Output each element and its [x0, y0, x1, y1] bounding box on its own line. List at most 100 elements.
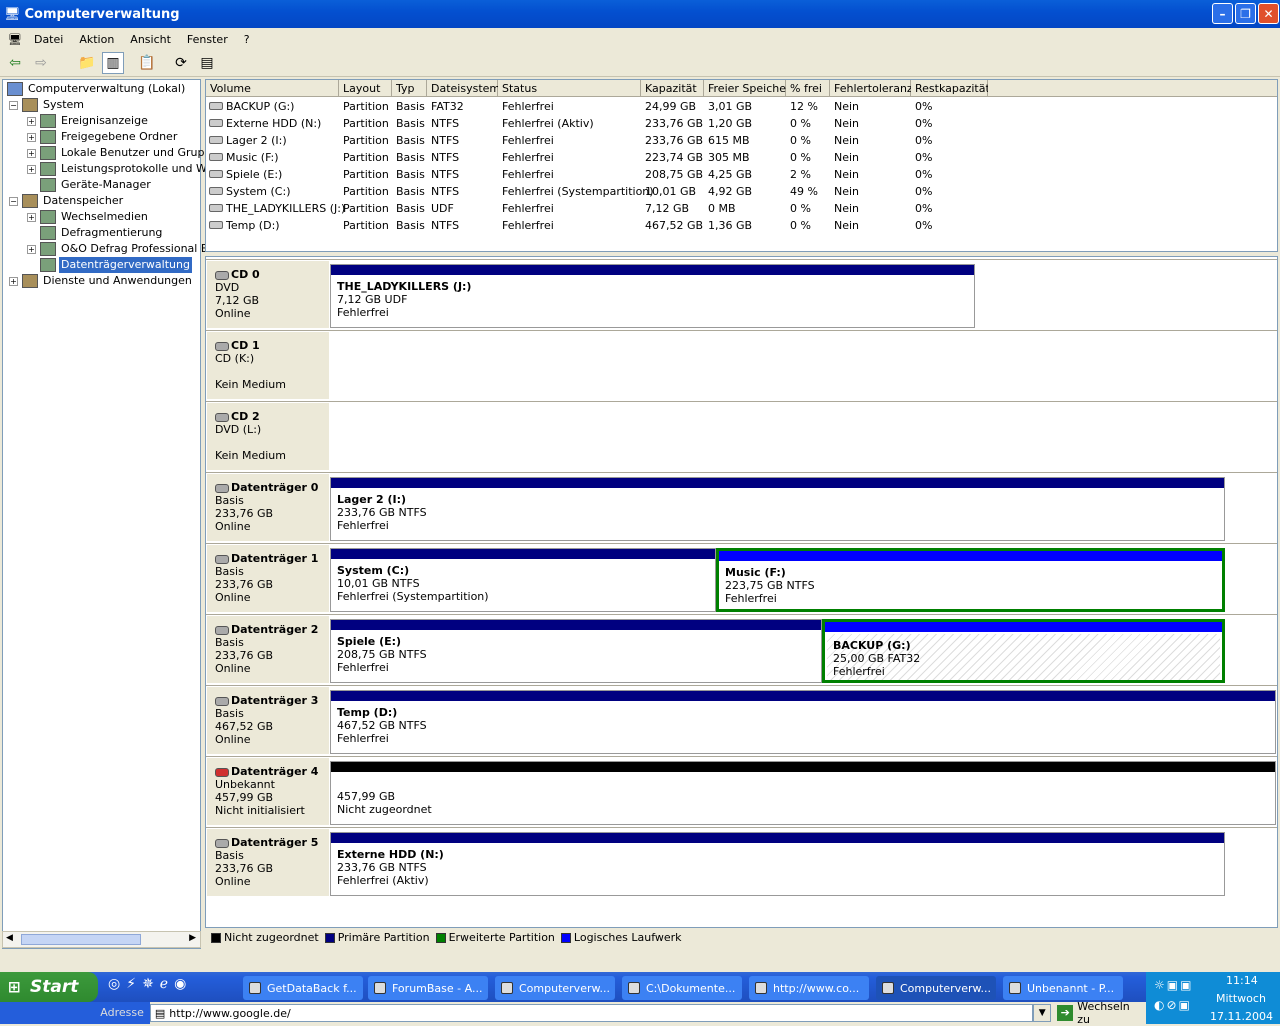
- disk-label[interactable]: Datenträger 3 Basis 467,52 GB Online: [207, 687, 329, 754]
- disk-label[interactable]: Datenträger 1 Basis 233,76 GB Online: [207, 545, 329, 612]
- partition-block[interactable]: Music (F:) 223,75 GB NTFS Fehlerfrei: [716, 548, 1225, 612]
- volume-name[interactable]: BACKUP (G:): [206, 98, 339, 115]
- volume-name[interactable]: Externe HDD (N:): [206, 115, 339, 132]
- menu-ansicht[interactable]: Ansicht: [122, 33, 179, 46]
- maximize-button[interactable]: ❐: [1235, 3, 1256, 24]
- tree-item[interactable]: + Lokale Benutzer und Gruppen: [27, 145, 227, 161]
- column-header[interactable]: Layout: [339, 80, 392, 97]
- quicklaunch-icon-3[interactable]: ✵: [142, 976, 154, 992]
- partition-block[interactable]: System (C:) 10,01 GB NTFS Fehlerfrei (Syst…: [330, 548, 716, 612]
- tree-item[interactable]: − System: [9, 97, 86, 113]
- tree-item[interactable]: + Ereignisanzeige: [27, 113, 150, 129]
- tree-item[interactable]: + Dienste und Anwendungen: [9, 273, 194, 289]
- column-header[interactable]: % frei: [786, 80, 830, 97]
- start-button[interactable]: ⊞ Start: [0, 972, 98, 1002]
- tree-item[interactable]: + O&O Defrag Professional Edi: [27, 241, 220, 257]
- volume-cell: Nein: [834, 151, 860, 164]
- menu-fenster[interactable]: Fenster: [179, 33, 236, 46]
- column-header[interactable]: Freier Speicher: [704, 80, 791, 97]
- expand-toggle-icon[interactable]: −: [9, 196, 18, 206]
- disk-name: Datenträger 5: [231, 836, 319, 849]
- system-tray: ☼▣▣ ◐⊘▣ 11:14 Mittwoch 17.11.2004: [1146, 972, 1280, 1024]
- volume-name[interactable]: Spiele (E:): [206, 166, 339, 183]
- quicklaunch-icon-4[interactable]: ℯ: [160, 976, 168, 992]
- disk-label[interactable]: Datenträger 5 Basis 233,76 GB Online: [207, 829, 329, 896]
- partition-block[interactable]: Temp (D:) 467,52 GB NTFS Fehlerfrei: [330, 690, 1276, 754]
- partition-block[interactable]: Spiele (E:) 208,75 GB NTFS Fehlerfrei: [330, 619, 822, 683]
- taskbar-button[interactable]: ForumBase - A...: [368, 976, 488, 1000]
- partition-block[interactable]: Lager 2 (I:) 233,76 GB NTFS Fehlerfrei: [330, 477, 1225, 541]
- go-icon[interactable]: ➔: [1057, 1005, 1074, 1021]
- tree-item[interactable]: Computerverwaltung (Lokal): [7, 81, 187, 97]
- expand-toggle-icon[interactable]: +: [27, 116, 36, 126]
- expand-toggle-icon[interactable]: +: [9, 276, 18, 286]
- address-input[interactable]: ▤ http://www.google.de/: [149, 1004, 1034, 1022]
- tree-item[interactable]: Geräte-Manager: [27, 177, 153, 193]
- expand-toggle-icon[interactable]: +: [27, 164, 36, 174]
- column-header[interactable]: Kapazität: [641, 80, 704, 97]
- volume-cell: Basis: [396, 117, 425, 130]
- minimize-button[interactable]: –: [1212, 3, 1233, 24]
- partition-block[interactable]: THE_LADYKILLERS (J:) 7,12 GB UDF Fehlerfre…: [330, 264, 975, 328]
- volume-name[interactable]: Lager 2 (I:): [206, 132, 339, 149]
- volume-name[interactable]: THE_LADYKILLERS (J:): [206, 200, 345, 217]
- export-list-icon[interactable]: ▤: [196, 52, 218, 74]
- partition-block[interactable]: 457,99 GB Nicht zugeordnet: [330, 761, 1276, 825]
- disk-label[interactable]: CD 0 DVD 7,12 GB Online: [207, 261, 329, 328]
- quicklaunch-icon-2[interactable]: ⚡: [126, 976, 136, 992]
- tree-item[interactable]: + Freigegebene Ordner: [27, 129, 179, 145]
- volume-name[interactable]: System (C:): [206, 183, 339, 200]
- taskbar-button[interactable]: Computerverw...: [876, 976, 996, 1000]
- tree-horizontal-scrollbar[interactable]: ◀ ▶: [2, 931, 201, 948]
- tray-icons-2[interactable]: ◐⊘▣: [1154, 998, 1192, 1012]
- menu-aktion[interactable]: Aktion: [71, 33, 122, 46]
- disk-label[interactable]: Datenträger 4 Unbekannt 457,99 GB Nicht ini…: [207, 758, 329, 825]
- column-header[interactable]: Typ: [392, 80, 427, 97]
- address-dropdown[interactable]: ▼: [1033, 1004, 1052, 1022]
- column-header[interactable]: Status: [498, 80, 641, 97]
- expand-toggle-icon[interactable]: +: [27, 212, 36, 222]
- menu-help[interactable]: ?: [236, 33, 258, 46]
- menu-datei[interactable]: Datei: [26, 33, 71, 46]
- tray-icons[interactable]: ☼▣▣: [1154, 978, 1193, 992]
- column-header[interactable]: Restkapazität: [911, 80, 990, 97]
- expand-toggle-icon[interactable]: −: [9, 100, 18, 110]
- tree-item[interactable]: + Leistungsprotokolle und Warn: [27, 161, 226, 177]
- up-folder-icon[interactable]: 📁: [76, 52, 98, 74]
- column-header[interactable]: Dateisystem: [427, 80, 500, 97]
- refresh-icon[interactable]: ⟳: [170, 52, 192, 74]
- back-icon[interactable]: ⇦: [4, 52, 26, 74]
- properties-icon[interactable]: 📋: [136, 52, 158, 74]
- disk-label[interactable]: Datenträger 0 Basis 233,76 GB Online: [207, 474, 329, 541]
- go-button[interactable]: Wechseln zu: [1077, 1000, 1146, 1026]
- close-button[interactable]: ✕: [1258, 3, 1279, 24]
- column-header[interactable]: Volume: [206, 80, 339, 97]
- disk-info: Online: [215, 307, 251, 320]
- firefox-icon[interactable]: ◉: [174, 976, 186, 992]
- quicklaunch-icon-1[interactable]: ◎: [108, 976, 120, 992]
- disk-label[interactable]: CD 2 DVD (L:) Kein Medium: [207, 403, 329, 470]
- tree-item[interactable]: Datenträgerverwaltung: [27, 257, 192, 273]
- menu-icon[interactable]: 🖥: [4, 33, 26, 46]
- partition-block[interactable]: BACKUP (G:) 25,00 GB FAT32 Fehlerfrei: [822, 619, 1225, 683]
- taskbar-button[interactable]: C:\Dokumente...: [622, 976, 742, 1000]
- expand-toggle-icon[interactable]: +: [27, 148, 36, 158]
- volume-name[interactable]: Temp (D:): [206, 217, 339, 234]
- tree-item[interactable]: − Datenspeicher: [9, 193, 125, 209]
- partition-block[interactable]: Externe HDD (N:) 233,76 GB NTFS Fehlerfrei…: [330, 832, 1225, 896]
- column-header[interactable]: Fehlertoleranz: [830, 80, 913, 97]
- expand-toggle-icon[interactable]: +: [27, 132, 36, 142]
- volume-name[interactable]: Music (F:): [206, 149, 339, 166]
- disk-label[interactable]: Datenträger 2 Basis 233,76 GB Online: [207, 616, 329, 683]
- show-tree-icon[interactable]: ▥: [102, 52, 124, 74]
- clock-time[interactable]: 11:14: [1226, 974, 1258, 987]
- taskbar-button[interactable]: Computerverw...: [495, 976, 615, 1000]
- taskbar-button[interactable]: http://www.co...: [749, 976, 869, 1000]
- tree-item[interactable]: Defragmentierung: [27, 225, 164, 241]
- tree-item[interactable]: + Wechselmedien: [27, 209, 150, 225]
- taskbar-button[interactable]: GetDataBack f...: [243, 976, 363, 1000]
- forward-icon[interactable]: ⇨: [30, 52, 52, 74]
- taskbar-button[interactable]: Unbenannt - P...: [1003, 976, 1123, 1000]
- disk-label[interactable]: CD 1 CD (K:) Kein Medium: [207, 332, 329, 399]
- expand-toggle-icon[interactable]: +: [27, 244, 36, 254]
